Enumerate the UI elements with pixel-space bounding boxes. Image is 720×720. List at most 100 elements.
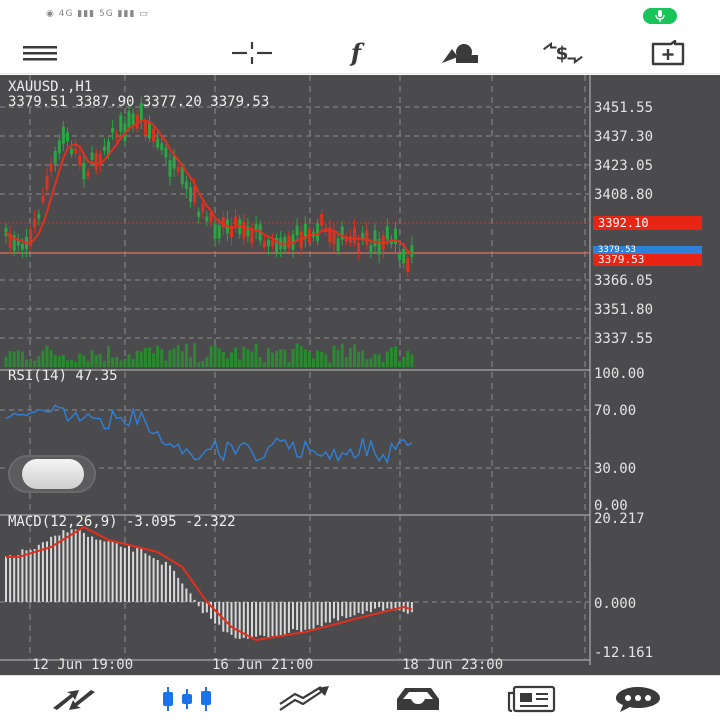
volume-bar bbox=[369, 358, 373, 367]
nav-quotes[interactable] bbox=[44, 682, 104, 716]
candle-body bbox=[74, 148, 78, 154]
candle-body bbox=[152, 128, 156, 142]
nav-history[interactable] bbox=[388, 682, 448, 716]
volume-bar bbox=[135, 350, 139, 367]
macd-histogram-bar bbox=[197, 602, 200, 607]
candle-body bbox=[217, 225, 221, 239]
macd-histogram-bar bbox=[320, 602, 323, 627]
candle-body bbox=[193, 186, 197, 203]
scroll-knob[interactable] bbox=[22, 459, 84, 489]
volume-bar bbox=[275, 350, 279, 367]
macd-histogram-bar bbox=[87, 536, 89, 602]
volume-bar bbox=[78, 353, 82, 367]
volume-bar bbox=[287, 362, 291, 367]
candle-body bbox=[201, 204, 205, 212]
time-axis-label: 16 Jun 21:00 bbox=[212, 657, 314, 673]
volume-bar bbox=[381, 362, 385, 367]
macd-histogram-bar bbox=[29, 549, 32, 602]
volume-bar bbox=[176, 345, 180, 367]
volume-bar bbox=[139, 351, 143, 367]
volume-bar bbox=[242, 346, 246, 367]
volume-bar bbox=[373, 354, 377, 367]
macd-histogram-bar bbox=[164, 561, 167, 602]
candle-body bbox=[184, 181, 188, 189]
candle-body bbox=[176, 166, 180, 172]
volume-bar bbox=[74, 361, 78, 367]
volume-bar bbox=[16, 350, 20, 367]
macd-histogram-bar bbox=[246, 602, 249, 639]
volume-bar bbox=[324, 354, 328, 367]
candle-body bbox=[57, 140, 61, 154]
price-axis-label: 3437.30 bbox=[594, 129, 654, 145]
chart-canvas[interactable]: XAUUSD.,H1 3379.51 3387.90 3377.20 3379.… bbox=[0, 75, 720, 675]
macd-histogram-bar bbox=[345, 602, 348, 619]
macd-histogram-bar bbox=[382, 602, 385, 611]
macd-histogram-bar bbox=[386, 602, 389, 609]
macd-histogram-bar bbox=[17, 555, 20, 602]
nav-news[interactable] bbox=[502, 682, 562, 716]
svg-text:f: f bbox=[349, 39, 365, 67]
macd-histogram-bar bbox=[230, 602, 233, 635]
volume-bar bbox=[148, 347, 151, 367]
rsi-axis-label: 100.00 bbox=[594, 366, 645, 382]
macd-histogram-bar bbox=[324, 602, 327, 623]
candle-body bbox=[295, 225, 299, 236]
nav-chart[interactable] bbox=[157, 682, 217, 716]
indicators-button[interactable]: f bbox=[334, 36, 378, 70]
volume-bar bbox=[49, 350, 53, 367]
ask-price-tag: 3392.10 bbox=[593, 216, 702, 230]
mic-active-indicator[interactable] bbox=[643, 8, 677, 24]
candle-body bbox=[197, 211, 201, 218]
symbol-timeframe-label: XAUUSD.,H1 bbox=[8, 79, 93, 95]
candle-body bbox=[127, 111, 131, 128]
nav-trade[interactable] bbox=[274, 682, 334, 716]
crosshair-button[interactable] bbox=[230, 36, 274, 70]
rsi-title: RSI(14) 47.35 bbox=[8, 368, 118, 384]
candle-body bbox=[82, 162, 86, 180]
macd-histogram-bar bbox=[259, 602, 262, 636]
volume-bar bbox=[20, 351, 24, 367]
volume-bar bbox=[316, 350, 320, 367]
candle-body bbox=[373, 230, 377, 247]
candle-body bbox=[266, 239, 270, 247]
candle-body bbox=[61, 126, 65, 144]
candle-body bbox=[332, 231, 336, 245]
volume-bar bbox=[299, 346, 303, 367]
macd-axis-label: 0.000 bbox=[594, 596, 637, 612]
candle-body bbox=[156, 138, 160, 148]
chart-scroll-handle[interactable] bbox=[8, 455, 96, 493]
microphone-icon bbox=[655, 10, 665, 22]
macd-histogram-bar bbox=[189, 593, 192, 602]
volume-bar bbox=[57, 356, 61, 367]
macd-histogram-bar bbox=[82, 533, 85, 602]
macd-histogram-bar bbox=[103, 541, 106, 602]
new-order-icon bbox=[651, 40, 685, 66]
macd-histogram-bar bbox=[185, 588, 188, 602]
price-axis-label: 3451.55 bbox=[594, 100, 654, 116]
macd-histogram-bar bbox=[328, 602, 331, 623]
macd-histogram-bar bbox=[173, 570, 176, 602]
volume-bar bbox=[86, 361, 90, 367]
menu-button[interactable] bbox=[18, 36, 62, 70]
macd-histogram-bar bbox=[390, 602, 393, 609]
macd-histogram-bar bbox=[251, 602, 253, 639]
symbol-change-button[interactable]: $ bbox=[540, 36, 584, 70]
macd-histogram-bar bbox=[226, 602, 229, 633]
volume-bar bbox=[410, 354, 414, 367]
candle-body bbox=[406, 258, 410, 272]
volume-bar bbox=[33, 360, 37, 367]
rsi-axis-label: 70.00 bbox=[594, 403, 637, 419]
nav-messages[interactable] bbox=[608, 682, 668, 716]
objects-button[interactable] bbox=[438, 36, 482, 70]
macd-histogram-bar bbox=[296, 602, 299, 630]
price-axis-label: 3408.80 bbox=[594, 187, 654, 203]
volume-bar bbox=[328, 362, 332, 367]
candle-body bbox=[168, 160, 172, 177]
macd-histogram-bar bbox=[9, 555, 12, 602]
volume-bar bbox=[258, 356, 262, 367]
macd-histogram-bar bbox=[123, 547, 126, 602]
volume-bar bbox=[361, 350, 365, 367]
volume-bar bbox=[184, 343, 188, 367]
new-order-button[interactable] bbox=[646, 36, 690, 70]
macd-histogram-bar bbox=[275, 602, 278, 636]
